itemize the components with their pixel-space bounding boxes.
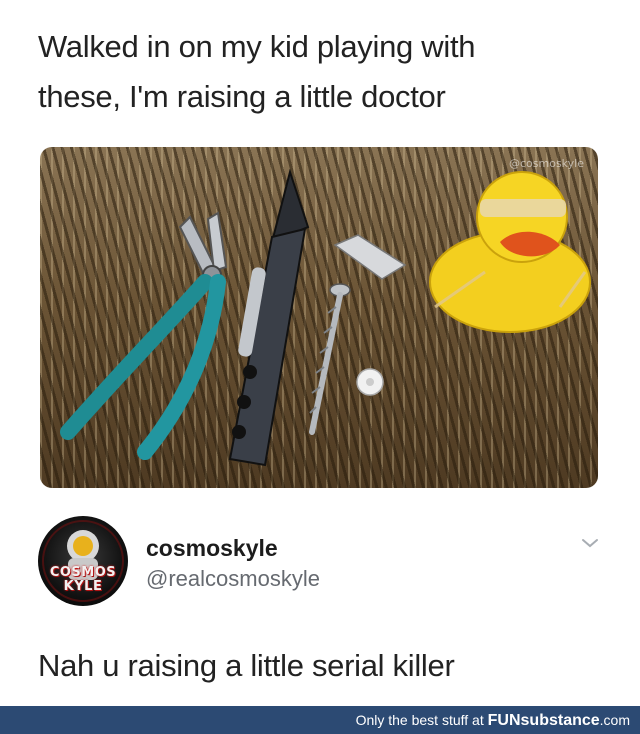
post-caption: Walked in on my kid playing with these, …: [38, 22, 618, 122]
avatar-logo-line-2: KYLE: [63, 579, 103, 594]
reply-text: Nah u raising a little serial killer: [38, 648, 455, 683]
post-caption-line-2: these, I'm raising a little doctor: [38, 79, 446, 114]
footer-brand-fun: FUN: [487, 712, 521, 729]
razor-blade-illustration: [333, 234, 407, 280]
user-handle[interactable]: @realcosmoskyle: [146, 566, 320, 592]
footer-prefix: Only the best stuff at: [355, 712, 488, 728]
avatar[interactable]: COSMOS KYLE: [38, 516, 128, 606]
avatar-logo-text: COSMOS KYLE: [38, 566, 128, 594]
reply-header: COSMOS KYLE cosmoskyle @realcosmoskyle: [38, 516, 608, 606]
post-photo: @cosmoskyle: [40, 147, 598, 488]
photo-illustration: [60, 168, 591, 467]
screw-illustration: [309, 283, 351, 435]
avatar-logo-line-1: COSMOS: [49, 565, 117, 580]
site-footer-bar: Only the best stuff at FUNsubstance.com: [0, 706, 640, 734]
post-caption-line-1: Walked in on my kid playing with: [38, 29, 476, 64]
footer-credit[interactable]: Only the best stuff at FUNsubstance.com: [356, 712, 630, 730]
photo-watermark: @cosmoskyle: [509, 157, 584, 170]
footer-suffix: .com: [599, 712, 630, 728]
knife-illustration: [228, 168, 310, 467]
pliers-illustration: [60, 211, 228, 460]
display-name[interactable]: cosmoskyle: [146, 535, 278, 562]
thumbtack-illustration: [356, 368, 384, 396]
chevron-down-icon[interactable]: [580, 536, 600, 550]
rubber-duck-illustration: [429, 171, 591, 333]
footer-brand-rest: substance: [520, 712, 600, 729]
